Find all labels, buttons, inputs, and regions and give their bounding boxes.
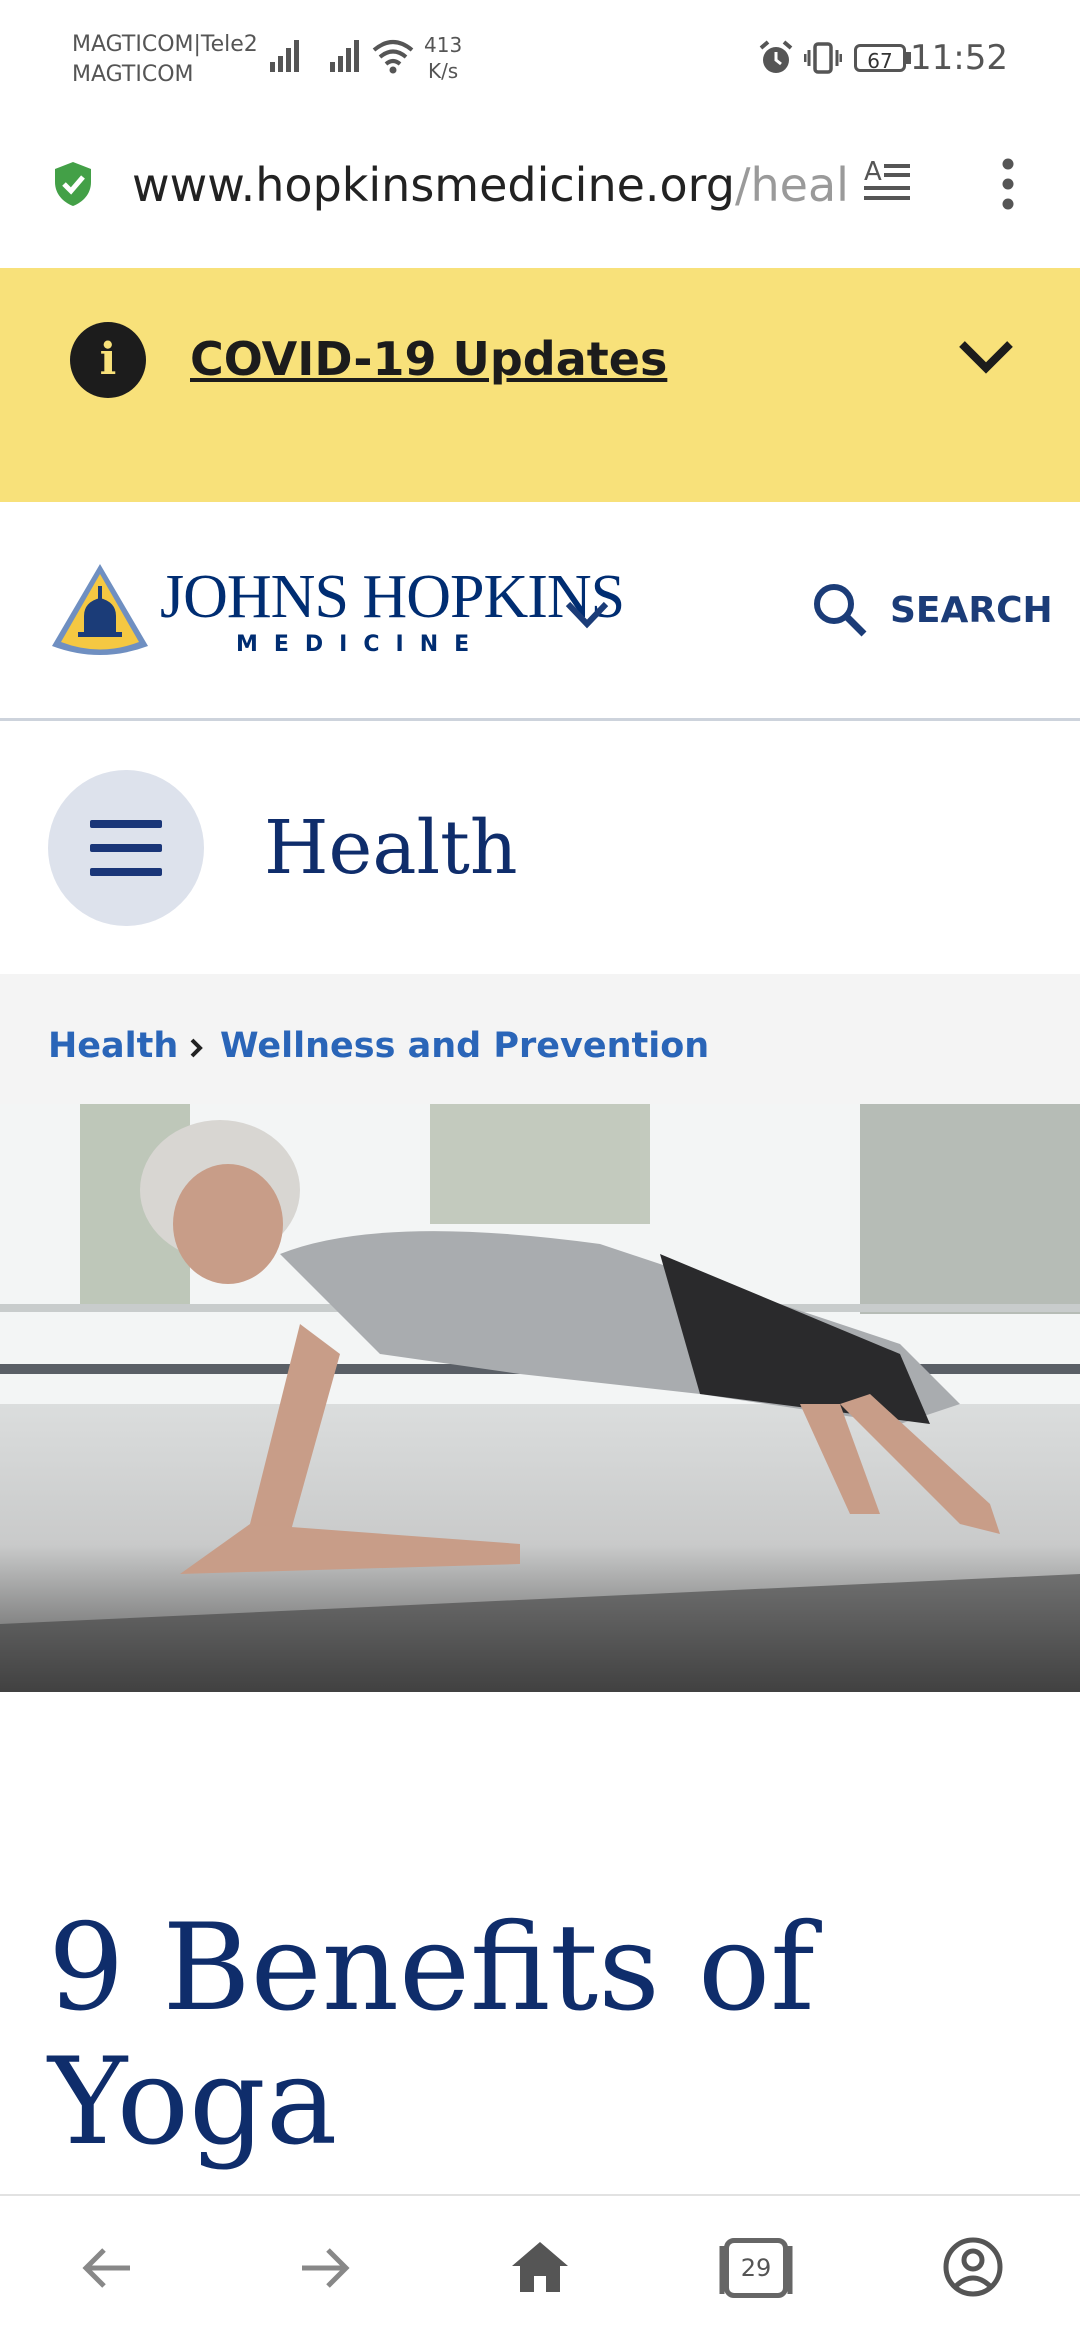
alarm-icon [759,40,793,73]
logo-wordmark[interactable]: JOHNS HOPKINS [160,562,625,632]
menu-button[interactable] [48,770,204,926]
speed-value: 413 [424,33,463,57]
yoga-plank-illustration [0,1104,1080,1692]
article-title: 9 Benefits of Yoga [48,1902,1028,2170]
battery-icon: 67 [854,44,906,73]
clock: 11:52 [910,38,1008,78]
hero-image [0,1104,1080,1692]
breadcrumb-health[interactable]: Health [48,1022,178,1070]
johns-hopkins-shield-logo[interactable] [48,560,152,660]
search-icon[interactable] [810,580,870,640]
carrier-line-2: MAGTICOM [72,62,194,87]
covid-updates-link[interactable]: COVID-19 Updates [190,326,667,392]
article-title-line-2: Yoga [48,2033,338,2172]
hamburger-icon-bar [90,844,162,852]
carrier-info: MAGTICOM|Tele2 MAGTICOM [72,30,258,90]
carrier-line-1: MAGTICOM|Tele2 [72,32,258,57]
reader-mode-icon[interactable]: A [862,156,914,208]
url-path: /heal [735,158,849,212]
breadcrumb-wellness[interactable]: Wellness and Prevention [220,1022,709,1070]
article-title-line-1: 9 Benefits of [48,1899,815,2038]
more-vert-icon[interactable] [998,156,1018,212]
network-speed: 413 K/s [424,32,462,84]
url-field[interactable]: www.hopkinsmedicine.org/heal [132,150,849,220]
wifi-icon [372,40,414,74]
tab-count[interactable]: 29 [724,2238,788,2298]
arrow-back-icon[interactable] [78,2244,136,2292]
section-title: Health [264,805,518,891]
signal-icon [270,40,299,72]
arrow-forward-icon[interactable] [296,2244,354,2292]
chevron-right-icon [190,1038,203,1058]
home-icon[interactable] [508,2238,572,2296]
chevron-down-icon[interactable] [562,598,612,632]
account-icon[interactable] [942,2236,1004,2298]
hamburger-icon [90,820,162,828]
svg-text:A: A [864,157,882,187]
info-icon: i [70,322,146,398]
chevron-down-icon[interactable] [956,336,1016,376]
logo-subtitle: MEDICINE [236,632,486,657]
speed-unit: K/s [427,59,459,83]
url-domain: www.hopkinsmedicine.org [132,158,735,212]
signal-icon [330,40,359,72]
hamburger-icon-bar [90,868,162,876]
shield-check-icon[interactable] [52,160,94,208]
search-button[interactable]: SEARCH [890,588,1053,634]
vibrate-icon [804,42,842,74]
